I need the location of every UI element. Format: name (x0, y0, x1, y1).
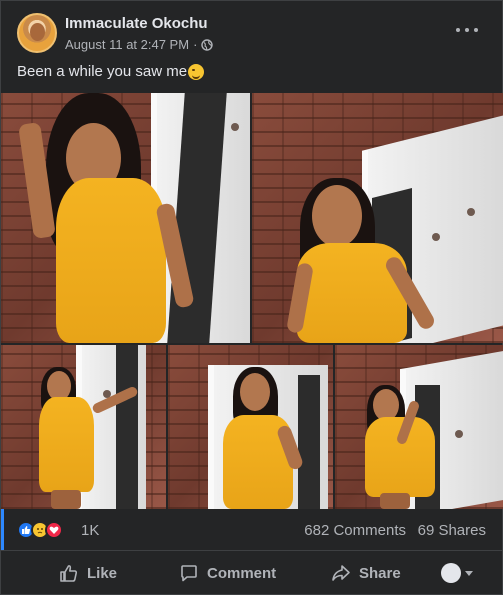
photo-4[interactable] (168, 345, 333, 509)
shares-count[interactable]: 69 Shares (418, 522, 486, 539)
post-header: Immaculate Okochu August 11 at 2:47 PM · (1, 1, 503, 61)
avatar[interactable] (17, 13, 57, 53)
reaction-icons[interactable] (17, 521, 63, 539)
profile-circle-icon (441, 563, 461, 583)
thumbs-up-icon (60, 565, 78, 582)
comments-count[interactable]: 682 Comments (304, 522, 406, 539)
reactions-bar: 1K 682 Comments 69 Shares (1, 509, 503, 551)
share-label: Share (359, 564, 401, 582)
chevron-down-icon (465, 570, 473, 576)
photo-2[interactable] (252, 93, 503, 343)
post-meta: August 11 at 2:47 PM · (65, 37, 214, 52)
comment-label: Comment (207, 564, 277, 582)
comment-icon (181, 565, 197, 582)
post-caption: Been a while you saw me (17, 63, 205, 80)
reaction-count[interactable]: 1K (81, 522, 99, 539)
audience-selector[interactable] (441, 554, 473, 592)
share-icon (332, 565, 350, 581)
share-button[interactable]: Share (331, 554, 401, 592)
like-button[interactable]: Like (59, 554, 117, 592)
love-reaction-icon (45, 521, 63, 539)
like-label: Like (87, 564, 118, 582)
timestamp[interactable]: August 11 at 2:47 PM (65, 37, 189, 52)
photo-3[interactable] (1, 345, 166, 509)
photo-grid (1, 93, 503, 509)
caption-text: Been a while you saw me (17, 63, 188, 80)
meta-separator: · (193, 37, 198, 52)
facebook-post: Immaculate Okochu August 11 at 2:47 PM ·… (0, 0, 503, 595)
winking-face-emoji (188, 63, 205, 80)
more-options-icon[interactable] (456, 23, 478, 37)
comment-button[interactable]: Comment (179, 554, 276, 592)
action-bar: Like Comment Share (1, 554, 503, 592)
photo-1[interactable] (1, 93, 250, 343)
photo-5[interactable] (335, 345, 503, 509)
author-name[interactable]: Immaculate Okochu (65, 15, 208, 32)
globe-icon[interactable] (201, 38, 214, 51)
